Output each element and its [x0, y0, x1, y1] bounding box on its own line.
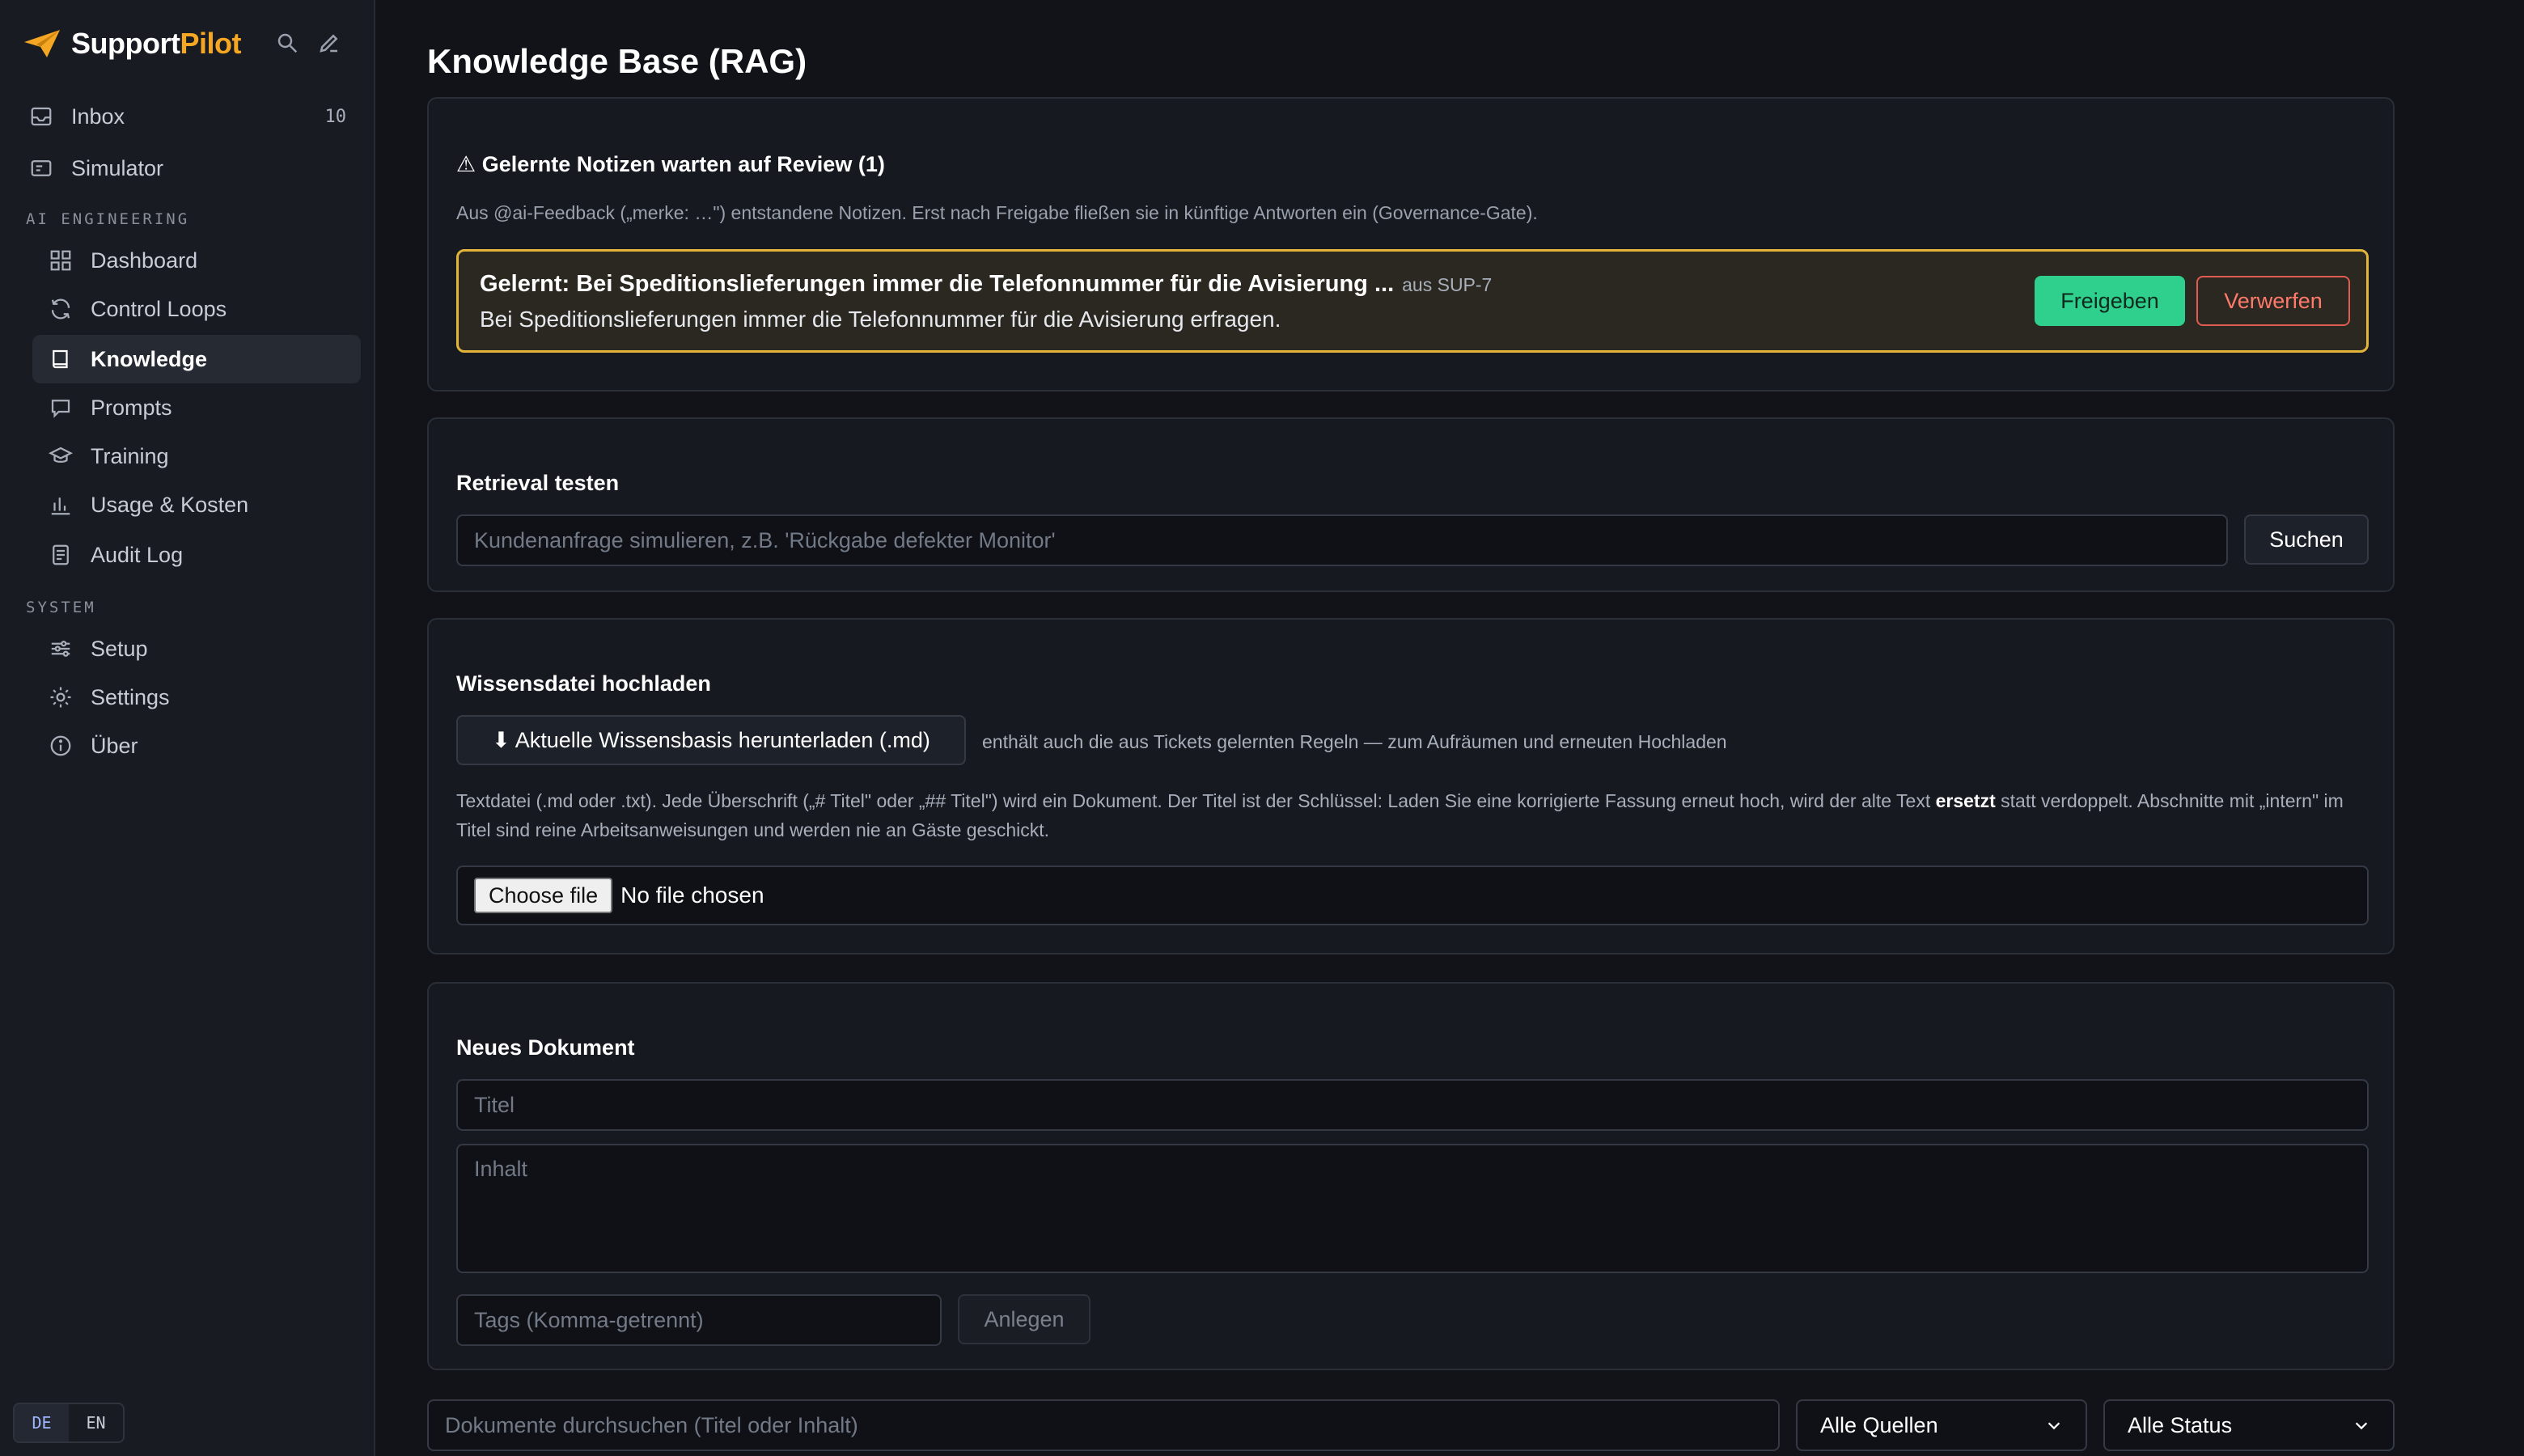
- sidebar-item-dashboard[interactable]: Dashboard: [32, 236, 361, 285]
- document-icon: [53, 544, 69, 565]
- review-title: ⚠ Gelernte Notizen warten auf Review (1): [456, 152, 885, 176]
- chat-icon: [51, 400, 70, 418]
- bar-chart-icon: [51, 497, 70, 515]
- document-content-input[interactable]: [456, 1144, 2369, 1273]
- language-switcher: DE EN: [13, 1403, 125, 1443]
- info-icon: [50, 735, 71, 756]
- sidebar-item-simulator[interactable]: Simulator: [13, 144, 361, 193]
- sidebar-item-setup[interactable]: Setup: [32, 624, 361, 673]
- sidebar-item-prompts[interactable]: Prompts: [32, 383, 361, 432]
- download-hint: enthält auch die aus Tickets gelernten R…: [982, 731, 1727, 752]
- sidebar-item-training[interactable]: Training: [32, 432, 361, 480]
- monitor-icon: [31, 160, 52, 176]
- refresh-icon: [51, 298, 70, 320]
- document-title-input[interactable]: [456, 1079, 2369, 1131]
- document-search-input[interactable]: [427, 1399, 1780, 1451]
- section-label-system: SYSTEM: [26, 599, 96, 616]
- sidebar-item-label: Inbox: [71, 104, 125, 129]
- review-description: Aus @ai-Feedback („merke: …") entstanden…: [456, 202, 1538, 223]
- brand-name: SupportPilot: [71, 27, 241, 60]
- sidebar-item-label: Audit Log: [91, 542, 184, 567]
- sidebar-item-label: Usage & Kosten: [91, 492, 249, 517]
- sidebar-item-label: Simulator: [71, 155, 164, 180]
- upload-card: Wissensdatei hochladen ⬇ Aktuelle Wissen…: [427, 618, 2395, 954]
- sidebar-item-settings[interactable]: Settings: [32, 673, 361, 722]
- retrieval-input[interactable]: [456, 514, 2228, 566]
- sidebar: SupportPilot Inbox 10 Simulator AI ENGIN…: [0, 0, 375, 1456]
- source-filter-value: Alle Quellen: [1820, 1412, 1938, 1437]
- brand-tools: [275, 31, 341, 55]
- review-item-title: Gelernt: Bei Speditionslieferungen immer…: [480, 271, 1493, 297]
- sidebar-item-label: Settings: [91, 684, 170, 709]
- reject-button[interactable]: Verwerfen: [2196, 276, 2350, 326]
- sidebar-item-label: Setup: [91, 636, 148, 661]
- inbox-icon: [31, 107, 52, 126]
- paper-plane-icon: [24, 30, 60, 57]
- retrieval-card: Retrieval testen Suchen: [427, 417, 2395, 592]
- sidebar-item-control-loops[interactable]: Control Loops: [32, 285, 361, 333]
- book-icon: [53, 349, 68, 369]
- gear-icon: [50, 687, 71, 708]
- chevron-down-icon: [2048, 1422, 2060, 1430]
- document-tags-input[interactable]: [456, 1294, 942, 1346]
- file-status: No file chosen: [620, 882, 764, 908]
- approve-button[interactable]: Freigeben: [2035, 276, 2185, 326]
- sidebar-item-label: Knowledge: [91, 346, 208, 371]
- review-item-source: aus SUP-7: [1402, 274, 1493, 295]
- sidebar-item-audit-log[interactable]: Audit Log: [32, 531, 361, 579]
- sliders-icon: [51, 641, 70, 657]
- new-document-title: Neues Dokument: [456, 1035, 635, 1060]
- search-icon[interactable]: [275, 31, 299, 55]
- download-knowledge-button[interactable]: ⬇ Aktuelle Wissensbasis herunterladen (.…: [456, 715, 966, 765]
- choose-file-button[interactable]: Choose file: [474, 878, 613, 913]
- sidebar-item-inbox[interactable]: Inbox 10: [13, 92, 361, 141]
- inbox-count-badge: 10: [324, 106, 347, 127]
- sidebar-item-knowledge[interactable]: Knowledge: [32, 335, 361, 383]
- lang-de-button[interactable]: DE: [15, 1404, 69, 1441]
- lang-en-button[interactable]: EN: [69, 1404, 123, 1441]
- sidebar-item-usage[interactable]: Usage & Kosten: [32, 480, 361, 529]
- edit-icon[interactable]: [317, 31, 341, 55]
- sidebar-item-label: Über: [91, 733, 138, 758]
- source-filter-select[interactable]: Alle Quellen: [1796, 1399, 2087, 1451]
- review-card: ⚠ Gelernte Notizen warten auf Review (1)…: [427, 97, 2395, 392]
- chevron-down-icon: [2355, 1422, 2368, 1430]
- review-item: Gelernt: Bei Speditionslieferungen immer…: [456, 249, 2369, 353]
- search-button[interactable]: Suchen: [2244, 514, 2369, 565]
- page-title: Knowledge Base (RAG): [427, 42, 807, 80]
- section-label-ai: AI ENGINEERING: [26, 210, 190, 228]
- new-document-card: Neues Dokument Anlegen: [427, 982, 2395, 1370]
- file-input[interactable]: Choose file No file chosen: [456, 866, 2369, 925]
- review-item-text: Bei Speditionslieferungen immer die Tele…: [480, 307, 1281, 332]
- upload-description: Textdatei (.md oder .txt). Jede Überschr…: [456, 790, 2344, 840]
- sidebar-item-label: Control Loops: [91, 296, 227, 321]
- create-document-button[interactable]: Anlegen: [958, 1294, 1090, 1344]
- graduation-cap-icon: [49, 447, 73, 463]
- status-filter-select[interactable]: Alle Status: [2103, 1399, 2395, 1451]
- sidebar-item-about[interactable]: Über: [32, 722, 361, 770]
- sidebar-item-label: Training: [91, 443, 169, 468]
- sidebar-item-label: Prompts: [91, 395, 172, 420]
- grid-icon: [50, 250, 71, 271]
- sidebar-item-label: Dashboard: [91, 248, 198, 273]
- status-filter-value: Alle Status: [2128, 1412, 2233, 1437]
- retrieval-title: Retrieval testen: [456, 471, 620, 495]
- brand[interactable]: SupportPilot: [23, 24, 241, 63]
- upload-title: Wissensdatei hochladen: [456, 671, 711, 696]
